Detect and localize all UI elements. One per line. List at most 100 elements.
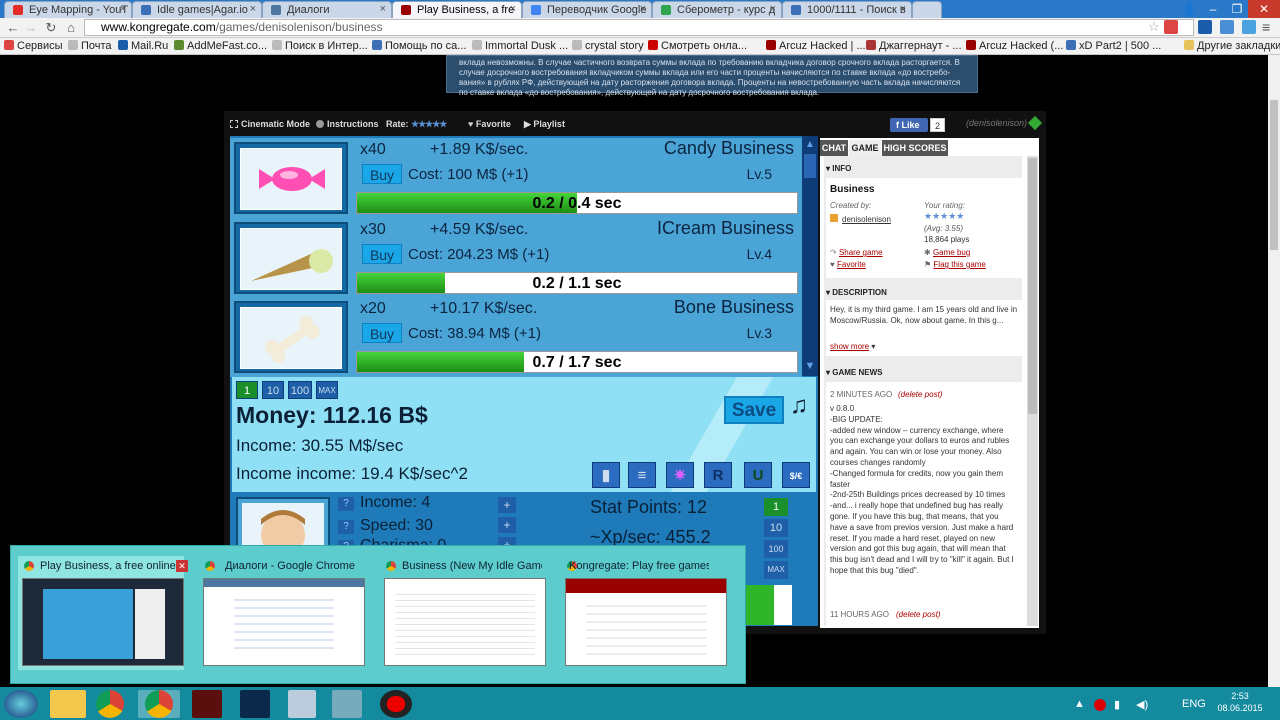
flag-game-link[interactable]: ⚑ Flag this game — [924, 260, 986, 269]
bookmark-help[interactable]: Помощь по са... — [372, 40, 466, 52]
network-icon[interactable]: ▮ — [1114, 698, 1120, 711]
switcher-window-play-business[interactable]: Play Business, a free online g... — [18, 556, 184, 670]
menu-icon[interactable]: ≡ — [1262, 20, 1276, 34]
tab-sberometer[interactable]: Сберометр - курс д × — [652, 1, 782, 18]
stat-multiplier-10-button[interactable]: 10 — [764, 519, 788, 537]
bookmark-services[interactable]: Сервисы — [4, 40, 63, 52]
tab-dialogs[interactable]: Диалоги × — [262, 1, 392, 18]
author-link[interactable]: denisolenison — [830, 214, 891, 224]
user-icon[interactable]: 👤 — [1176, 0, 1202, 18]
help-icon[interactable]: ? — [338, 520, 354, 534]
share-game-link[interactable]: ↷ Share game — [830, 248, 883, 257]
stats-icon[interactable]: ▮ — [592, 462, 620, 488]
buy-button[interactable]: Buy — [362, 323, 402, 343]
chrome-icon[interactable] — [96, 690, 124, 718]
reload-icon[interactable]: ↻ — [42, 19, 60, 37]
tray-expand-icon[interactable]: ▲ — [1074, 698, 1085, 710]
music-icon[interactable]: ♫ — [790, 392, 808, 420]
star-icon[interactable]: ☆ — [1148, 20, 1162, 34]
cinematic-mode-button[interactable]: Cinematic Mode — [230, 119, 310, 129]
description-header[interactable]: ▾ DESCRIPTION — [826, 288, 887, 297]
bookmark-arcuz-1[interactable]: Arcuz Hacked | ... — [766, 40, 866, 52]
flash-icon[interactable] — [192, 690, 222, 718]
record-icon[interactable] — [380, 690, 412, 718]
business-scroll-thumb[interactable] — [804, 154, 816, 178]
bookmark-search[interactable]: Поиск в Интер... — [272, 40, 368, 52]
bookmark-immortal-dusk[interactable]: Immortal Dusk ... — [472, 40, 568, 52]
scroll-up-icon[interactable]: ▲ — [804, 139, 816, 151]
bookmark-addmefast[interactable]: AddMeFast.co... — [174, 40, 267, 52]
bookmark-xd-part2[interactable]: xD Part2 | 500 ... — [1066, 40, 1161, 52]
restore-button[interactable]: ❐ — [1224, 0, 1250, 18]
extension-icon[interactable] — [1198, 20, 1212, 34]
bookmark-watch-online[interactable]: Смотреть онла... — [648, 40, 747, 52]
bookmark-other[interactable]: Другие закладки — [1184, 40, 1280, 52]
switcher-window-dialogs[interactable]: Диалоги - Google Chrome — [199, 556, 365, 670]
bookmark-juggernaut[interactable]: Джаггернаут - ... — [866, 40, 962, 52]
tab-play-business[interactable]: Play Business, a fre × — [392, 1, 522, 18]
favorite-button[interactable]: ♥ Favorite — [468, 119, 511, 129]
start-button[interactable] — [4, 690, 38, 718]
stat-multiplier-100-button[interactable]: 100 — [764, 540, 788, 558]
close-icon[interactable]: × — [900, 3, 906, 15]
add-charisma-button[interactable]: + — [498, 537, 516, 545]
back-icon[interactable]: ← — [4, 19, 22, 37]
bookmark-arcuz-2[interactable]: Arcuz Hacked (... — [966, 40, 1063, 52]
new-tab-button[interactable] — [912, 1, 942, 18]
close-icon[interactable]: ✕ — [176, 560, 188, 572]
close-icon[interactable]: × — [250, 3, 256, 15]
add-speed-button[interactable]: + — [498, 517, 516, 533]
help-icon[interactable]: ? — [338, 497, 354, 511]
tab-chat[interactable]: CHAT — [820, 140, 848, 156]
tab-eye-mapping[interactable]: Eye Mapping - YouT × — [4, 1, 132, 18]
bookmark-mail[interactable]: Почта — [68, 40, 112, 52]
photoshop-icon[interactable] — [240, 690, 270, 718]
close-icon[interactable]: × — [120, 3, 126, 15]
rating-stars[interactable]: ★★★★★ — [411, 119, 447, 129]
info-header[interactable]: ▾ INFO — [826, 164, 851, 173]
app-icon[interactable] — [288, 690, 316, 718]
file-explorer-icon[interactable] — [50, 690, 86, 718]
upgrade-button[interactable]: U — [744, 462, 772, 488]
side-scroll-thumb[interactable] — [1028, 158, 1037, 414]
close-icon[interactable]: × — [770, 3, 776, 15]
buy-button[interactable]: Buy — [362, 244, 402, 264]
save-button[interactable]: Save — [724, 396, 784, 424]
minimize-button[interactable]: – — [1200, 0, 1226, 18]
multiplier-1-button[interactable]: 1 — [236, 381, 258, 399]
stat-multiplier-1-button[interactable]: 1 — [764, 498, 788, 516]
clock[interactable]: 2:53 08.06.2015 — [1210, 690, 1270, 714]
switcher-window-kongregate[interactable]: Kongregate: Play free games onl... — [561, 556, 727, 670]
burst-icon[interactable]: ✷ — [666, 462, 694, 488]
tab-google-translate[interactable]: Переводчик Google × — [522, 1, 652, 18]
extension-icon[interactable] — [1164, 20, 1178, 34]
close-icon[interactable]: × — [510, 3, 516, 15]
stat-multiplier-max-button[interactable]: MAX — [764, 561, 788, 579]
add-income-button[interactable]: + — [498, 497, 516, 513]
tab-search[interactable]: 1000/1111 - Поиск в × — [782, 1, 912, 18]
record-tray-icon[interactable] — [1094, 699, 1106, 711]
username[interactable]: (denisolenison) — [966, 118, 1027, 128]
chrome-active-icon[interactable] — [138, 690, 180, 718]
close-icon[interactable]: × — [380, 3, 386, 15]
remote-desktop-icon[interactable] — [332, 690, 362, 718]
game-bug-link[interactable]: ✱ Game bug — [924, 248, 970, 257]
shield-icon[interactable] — [1242, 20, 1256, 34]
instructions-button[interactable]: Instructions — [316, 119, 379, 129]
tab-game[interactable]: GAME — [849, 140, 881, 156]
facebook-like-button[interactable]: f Like — [890, 118, 928, 132]
volume-icon[interactable]: ◀) — [1136, 698, 1148, 711]
bookmark-mailru[interactable]: Mail.Ru — [118, 40, 168, 52]
page-scrollbar[interactable] — [1268, 55, 1280, 687]
currency-exchange-button[interactable]: $/€ — [782, 462, 810, 488]
extension-icon[interactable] — [1220, 20, 1234, 34]
forward-icon[interactable]: → — [22, 19, 40, 37]
scroll-down-icon[interactable]: ▼ — [804, 360, 816, 374]
tab-high-scores[interactable]: HIGH SCORES — [882, 140, 948, 156]
multiplier-10-button[interactable]: 10 — [262, 381, 284, 399]
bookmark-crystal-story[interactable]: crystal story — [572, 40, 644, 52]
user-rating-stars[interactable]: ★★★★★ — [924, 211, 964, 222]
home-icon[interactable]: ⌂ — [62, 19, 80, 37]
address-bar[interactable]: www.kongregate.com/games/denisolenison/b… — [84, 19, 1194, 36]
close-window-button[interactable]: ✕ — [1248, 0, 1280, 18]
